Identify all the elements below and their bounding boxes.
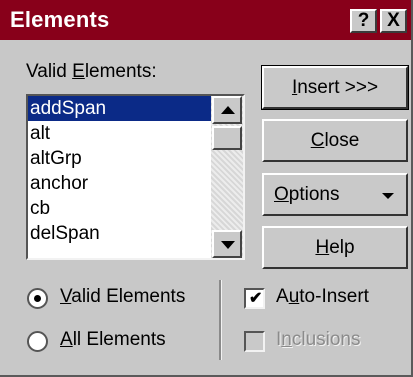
all-label: ll Elements [72,329,166,350]
auto-insert-rest: to-Insert [299,286,369,307]
list-item[interactable]: delSpan [28,221,211,246]
window-title: Elements [10,7,110,32]
options-button[interactable]: Options [262,173,408,216]
all-access-key: A [60,329,73,350]
valid-elements-radio[interactable] [27,288,48,309]
list-item[interactable]: altGrp [28,146,211,171]
all-elements-radio[interactable] [27,331,48,352]
list-item[interactable]: cb [28,196,211,221]
close-access-key: C [310,130,325,151]
checkmark-icon: ✔ [249,290,263,307]
title-bar[interactable]: Elements ? X [0,0,411,40]
valid-elements-radio-label[interactable]: Valid Elements [60,286,185,308]
list-item[interactable]: addSpan [28,96,211,121]
inclusions-checkbox [244,331,265,352]
close-label: lose [324,130,360,151]
all-elements-radio-label[interactable]: All Elements [60,329,166,351]
insert-button[interactable]: Insert >>> [261,65,409,110]
label-prefix: Valid [26,61,73,82]
close-title-button[interactable]: X [380,9,407,33]
label-access-key: E [72,61,85,82]
label-suffix: lements: [84,61,157,82]
vertical-divider [219,280,222,360]
vertical-scrollbar[interactable] [211,96,243,258]
inclusions-label: Inclusions [276,329,361,351]
valid-access-key: V [60,286,72,307]
radio-selected-dot [34,295,41,302]
insert-label: nsert >>> [297,77,379,98]
scroll-thumb[interactable] [212,126,242,150]
close-button[interactable]: Close [262,119,408,162]
inclusions-access-key: n [281,329,292,350]
elements-list[interactable]: addSpan alt altGrp anchor cb delSpan [28,96,211,258]
dropdown-arrow-icon [382,193,394,199]
auto-insert-prefix: A [276,286,289,307]
list-item[interactable]: anchor [28,171,211,196]
elements-listbox[interactable]: addSpan alt altGrp anchor cb delSpan [26,94,245,260]
options-access-key: O [274,184,289,205]
help-title-button[interactable]: ? [350,9,377,33]
inclusions-rest: clusions [291,329,361,350]
valid-elements-label: Valid Elements: [26,61,157,83]
scroll-up-button[interactable] [212,96,242,124]
list-item[interactable]: alt [28,121,211,146]
auto-insert-checkbox[interactable]: ✔ [244,288,265,309]
scroll-down-button[interactable] [212,230,242,258]
valid-label: alid Elements [71,286,186,307]
help-button[interactable]: Help [262,226,408,269]
elements-dialog: Elements ? X Valid Elements: addSpan alt… [0,0,413,377]
help-title-label: ? [357,10,370,31]
auto-insert-label[interactable]: Auto-Insert [276,286,369,308]
scroll-down-icon [221,241,235,249]
help-label: elp [329,237,355,258]
options-label: ptions [288,184,340,205]
auto-insert-access-key: u [288,286,300,307]
close-title-label: X [387,10,400,31]
scroll-up-icon [221,106,235,114]
help-access-key: H [315,237,330,258]
